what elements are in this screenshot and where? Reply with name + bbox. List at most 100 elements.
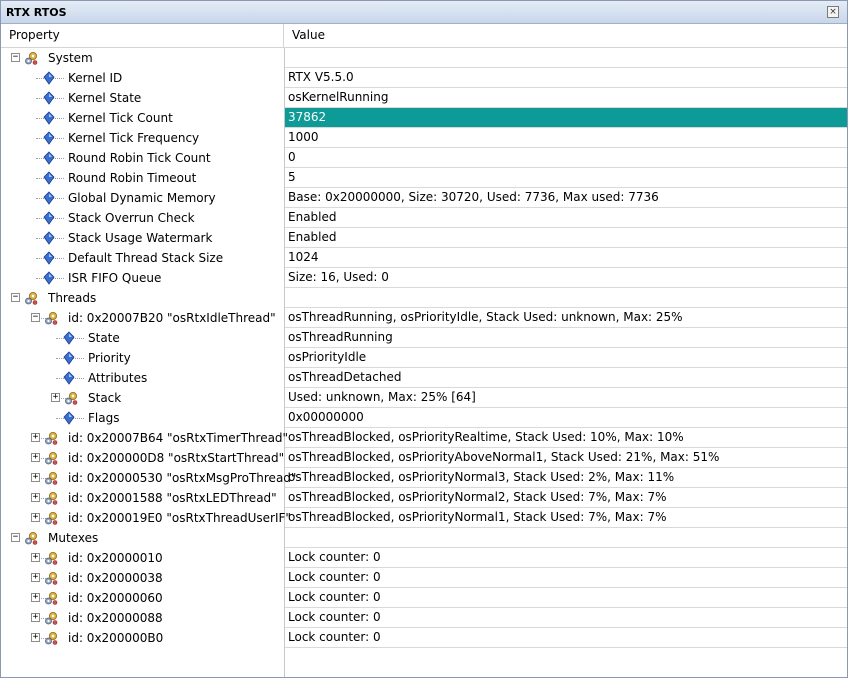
tree-property-row[interactable]: State osThreadRunning — [1, 328, 847, 348]
expand-icon[interactable]: + — [31, 433, 40, 442]
tree-property-row[interactable]: Stack Overrun Check Enabled — [1, 208, 847, 228]
value-cell[interactable]: osKernelRunning — [285, 88, 847, 108]
value-cell[interactable]: 0 — [285, 148, 847, 168]
tree-group-row[interactable]: + id: 0x20007B64 "osRtxTimerThread" osThre… — [1, 428, 847, 448]
property-cell[interactable]: Stack Usage Watermark — [1, 228, 284, 248]
tree-group-row[interactable]: − Threads — [1, 288, 847, 308]
property-cell[interactable]: + id: 0x20000010 — [1, 548, 284, 568]
value-cell[interactable] — [285, 288, 847, 308]
value-cell[interactable]: Lock counter: 0 — [285, 608, 847, 628]
expand-icon[interactable]: + — [31, 573, 40, 582]
tree-property-row[interactable]: Kernel State osKernelRunning — [1, 88, 847, 108]
value-cell[interactable]: Used: unknown, Max: 25% [64] — [285, 388, 847, 408]
expand-icon[interactable]: + — [51, 393, 60, 402]
property-cell[interactable]: Kernel ID — [1, 68, 284, 88]
expand-icon[interactable]: + — [31, 613, 40, 622]
property-cell[interactable]: Round Robin Tick Count — [1, 148, 284, 168]
value-cell[interactable]: 37862 — [285, 108, 847, 128]
tree-group-row[interactable]: + id: 0x20000088 Lock counter: 0 — [1, 608, 847, 628]
property-cell[interactable]: − System — [1, 48, 284, 68]
value-cell[interactable]: Lock counter: 0 — [285, 628, 847, 648]
property-cell[interactable]: + id: 0x200000B0 — [1, 628, 284, 648]
tree-group-row[interactable]: + id: 0x20000010 Lock counter: 0 — [1, 548, 847, 568]
tree-property-row[interactable]: Stack Usage Watermark Enabled — [1, 228, 847, 248]
value-cell[interactable] — [285, 48, 847, 68]
tree-property-row[interactable]: Default Thread Stack Size 1024 — [1, 248, 847, 268]
value-cell[interactable]: Base: 0x20000000, Size: 30720, Used: 773… — [285, 188, 847, 208]
expand-icon[interactable]: + — [31, 493, 40, 502]
value-cell[interactable]: osThreadRunning, osPriorityIdle, Stack U… — [285, 308, 847, 328]
value-column-header[interactable]: Value — [284, 24, 847, 47]
value-cell[interactable]: RTX V5.5.0 — [285, 68, 847, 88]
value-cell[interactable] — [285, 528, 847, 548]
property-cell[interactable]: − id: 0x20007B20 "osRtxIdleThread" — [1, 308, 284, 328]
value-cell[interactable]: Lock counter: 0 — [285, 568, 847, 588]
tree-group-row[interactable]: + id: 0x20000038 Lock counter: 0 — [1, 568, 847, 588]
expand-icon[interactable]: + — [31, 473, 40, 482]
tree-group-row[interactable]: + id: 0x20001588 "osRtxLEDThread" osThread… — [1, 488, 847, 508]
property-cell[interactable]: + id: 0x20000088 — [1, 608, 284, 628]
tree-property-row[interactable]: Kernel ID RTX V5.5.0 — [1, 68, 847, 88]
close-icon[interactable]: × — [827, 6, 839, 18]
tree-group-row[interactable]: + id: 0x200000B0 Lock counter: 0 — [1, 628, 847, 648]
tree-group-row[interactable]: + id: 0x20000060 Lock counter: 0 — [1, 588, 847, 608]
property-cell[interactable]: + id: 0x20007B64 "osRtxTimerThread" — [1, 428, 288, 448]
value-cell[interactable]: osThreadRunning — [285, 328, 847, 348]
value-cell[interactable]: 5 — [285, 168, 847, 188]
tree-group-row[interactable]: − System — [1, 48, 847, 68]
tree-group-row[interactable]: − Mutexes — [1, 528, 847, 548]
collapse-icon[interactable]: − — [11, 53, 20, 62]
value-cell[interactable]: 0x00000000 — [285, 408, 847, 428]
tree-group-row[interactable]: + id: 0x20000530 "osRtxMsgProThread" osThr… — [1, 468, 847, 488]
property-cell[interactable]: + id: 0x200019E0 "osRtxThreadUserIF" — [1, 508, 291, 528]
value-cell[interactable]: osThreadBlocked, osPriorityRealtime, Sta… — [285, 428, 847, 448]
value-cell[interactable]: 1000 — [285, 128, 847, 148]
property-cell[interactable]: Kernel Tick Frequency — [1, 128, 284, 148]
value-cell[interactable]: osThreadDetached — [285, 368, 847, 388]
property-cell[interactable]: Priority — [1, 348, 284, 368]
property-cell[interactable]: Stack Overrun Check — [1, 208, 284, 228]
value-cell[interactable]: osThreadBlocked, osPriorityNormal3, Stac… — [285, 468, 847, 488]
tree-property-row[interactable]: Priority osPriorityIdle — [1, 348, 847, 368]
tree-property-row[interactable]: Kernel Tick Frequency 1000 — [1, 128, 847, 148]
collapse-icon[interactable]: − — [11, 533, 20, 542]
property-cell[interactable]: + id: 0x20000530 "osRtxMsgProThread" — [1, 468, 296, 488]
tree-group-row[interactable]: + id: 0x200019E0 "osRtxThreadUserIF" osThr… — [1, 508, 847, 528]
tree-property-row[interactable]: Attributes osThreadDetached — [1, 368, 847, 388]
property-cell[interactable]: Kernel Tick Count — [1, 108, 284, 128]
property-cell[interactable]: + Stack — [1, 388, 284, 408]
property-column-header[interactable]: Property — [1, 24, 284, 47]
expand-icon[interactable]: + — [31, 633, 40, 642]
tree-property-row[interactable]: Round Robin Tick Count 0 — [1, 148, 847, 168]
expand-icon[interactable]: + — [31, 453, 40, 462]
tree-property-row[interactable]: ISR FIFO Queue Size: 16, Used: 0 — [1, 268, 847, 288]
expand-icon[interactable]: + — [31, 593, 40, 602]
property-cell[interactable]: − Mutexes — [1, 528, 284, 548]
property-cell[interactable]: Default Thread Stack Size — [1, 248, 284, 268]
value-cell[interactable]: 1024 — [285, 248, 847, 268]
expand-icon[interactable]: + — [31, 513, 40, 522]
tree-property-row[interactable]: Round Robin Timeout 5 — [1, 168, 847, 188]
value-cell[interactable]: osThreadBlocked, osPriorityNormal2, Stac… — [285, 488, 847, 508]
property-cell[interactable]: + id: 0x200000D8 "osRtxStartThread" — [1, 448, 284, 468]
property-cell[interactable]: + id: 0x20001588 "osRtxLEDThread" — [1, 488, 284, 508]
property-cell[interactable]: + id: 0x20000060 — [1, 588, 284, 608]
property-cell[interactable]: Kernel State — [1, 88, 284, 108]
tree-property-row[interactable]: Flags 0x00000000 — [1, 408, 847, 428]
property-cell[interactable]: Global Dynamic Memory — [1, 188, 284, 208]
property-cell[interactable]: ISR FIFO Queue — [1, 268, 284, 288]
value-cell[interactable]: Enabled — [285, 208, 847, 228]
value-cell[interactable]: Enabled — [285, 228, 847, 248]
property-cell[interactable]: + id: 0x20000038 — [1, 568, 284, 588]
property-cell[interactable]: Attributes — [1, 368, 284, 388]
value-cell[interactable]: Lock counter: 0 — [285, 588, 847, 608]
value-cell[interactable]: Size: 16, Used: 0 — [285, 268, 847, 288]
property-cell[interactable]: State — [1, 328, 284, 348]
property-cell[interactable]: Round Robin Timeout — [1, 168, 284, 188]
collapse-icon[interactable]: − — [31, 313, 40, 322]
tree-group-row[interactable]: + Stack Used: unknown, Max: 25% [64] — [1, 388, 847, 408]
value-cell[interactable]: Lock counter: 0 — [285, 548, 847, 568]
property-cell[interactable]: − Threads — [1, 288, 284, 308]
value-cell[interactable]: osPriorityIdle — [285, 348, 847, 368]
tree-property-row[interactable]: Global Dynamic Memory Base: 0x20000000, S… — [1, 188, 847, 208]
